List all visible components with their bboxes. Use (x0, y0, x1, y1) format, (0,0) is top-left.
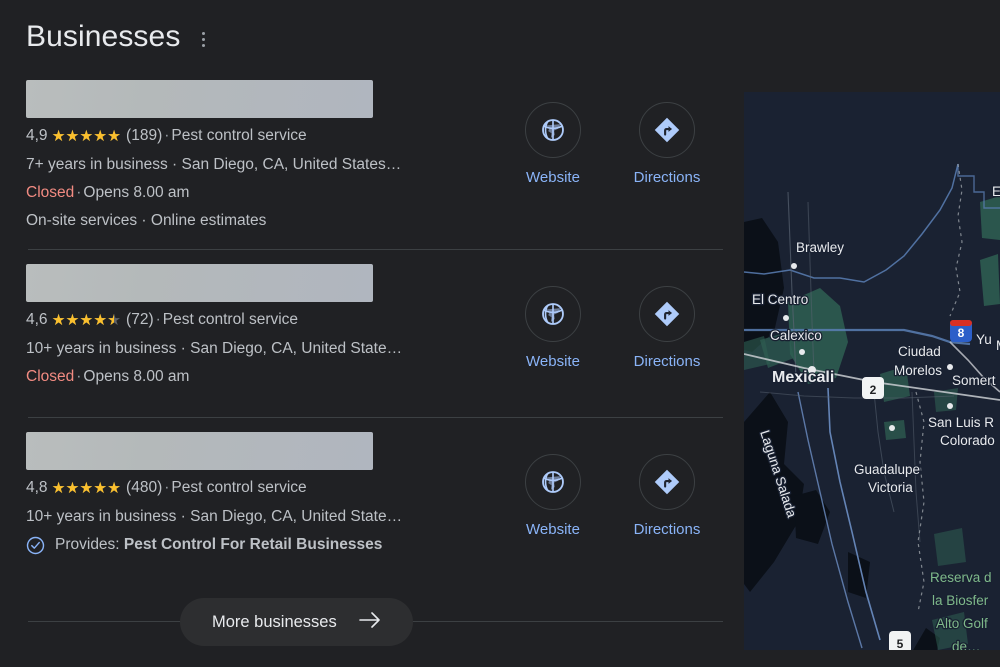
panel-header: Businesses (26, 18, 212, 56)
rating-stars: ★★★★★★★★★★ (51, 480, 122, 497)
check-circle-icon (26, 536, 45, 555)
provides-row: Provides: Pest Control For Retail Busine… (26, 531, 500, 559)
review-count: (72) (126, 311, 154, 328)
action-label: Directions (633, 353, 701, 370)
business-name-redacted[interactable] (26, 264, 373, 302)
rating-line: 4,6★★★★★★★★★★(72)·Pest control service (26, 306, 500, 335)
business-detail: 10+ years in business · San Diego, CA, U… (26, 340, 403, 357)
rating-value: 4,6 (26, 311, 48, 328)
map-label: Ciudad (898, 344, 941, 359)
route-shield: 5 (889, 631, 911, 650)
business-attributes: On-site services · Online estimates (26, 212, 267, 229)
map-park-label: la Biosfer (932, 593, 989, 608)
hours-line: Closed · Opens 8.00 am (26, 184, 190, 201)
business-list: 4,9 ★★★★★ ★★★★★ (189) · Pest control service 7… (0, 80, 744, 571)
rating-value: 4,8 (26, 479, 48, 496)
arrow-right-icon (358, 611, 381, 633)
route-number: 5 (897, 637, 904, 650)
business-name-redacted[interactable] (26, 432, 373, 470)
action-label: Directions (633, 169, 701, 186)
page-title: Businesses (26, 20, 181, 53)
action-directions[interactable]: Directions (633, 286, 701, 391)
route-shield: 2 (862, 377, 884, 399)
business-detail: 10+ years in business · San Diego, CA, U… (26, 508, 403, 525)
map-label: El Centro (752, 292, 808, 307)
map-label: Mexicali (772, 369, 834, 386)
rating-line: 4,9 ★★★★★ ★★★★★ (189) · Pest control service (26, 122, 500, 151)
map-label: Morelos (894, 363, 942, 378)
action-label: Website (526, 353, 580, 370)
map-label: Yu (976, 332, 992, 347)
map-label: E (992, 184, 1000, 199)
map-park-label: de… (952, 639, 981, 650)
more-businesses-label: More businesses (212, 612, 337, 631)
map-label: Guadalupe (854, 462, 920, 477)
business-name-redacted[interactable] (26, 80, 373, 118)
businesses-panel: Businesses 4,9 ★★★★★ ★★★★★ (189) · Pest contr… (0, 0, 1000, 667)
card-actions: Website Directions (522, 432, 701, 559)
review-count: (189) (126, 127, 163, 144)
review-count: (480) (126, 479, 163, 496)
card-divider (28, 417, 723, 418)
business-card[interactable]: 4,6★★★★★★★★★★(72)·Pest control service 10… (0, 264, 744, 417)
opening-time: Opens 8.00 am (83, 184, 190, 201)
map-park-label: Reserva d (930, 570, 992, 585)
action-directions[interactable]: Directions (633, 102, 701, 235)
map-label: Calexico (770, 328, 822, 343)
more-businesses-button[interactable]: More businesses (180, 598, 413, 646)
action-label: Directions (633, 521, 701, 538)
map-canvas[interactable]: Brawley El Centro Calexico Mexicali Ciudad Mo… (744, 92, 1000, 650)
business-card[interactable]: 4,9 ★★★★★ ★★★★★ (189) · Pest control service 7… (0, 80, 744, 249)
map-label: Somert (952, 373, 996, 388)
map-park-label: Alto Golf (936, 616, 988, 631)
action-website[interactable]: Website (522, 286, 584, 391)
map-label: M (996, 338, 1000, 353)
action-label: Website (526, 169, 580, 186)
route-number: 2 (870, 383, 877, 397)
business-category: Pest control service (162, 311, 299, 328)
business-category: Pest control service (171, 479, 307, 496)
card-actions: Website Directions (522, 264, 701, 391)
opening-time: Opens 8.00 am (83, 368, 190, 385)
action-website[interactable]: Website (522, 454, 584, 559)
business-category: Pest control service (171, 127, 307, 144)
rating-stars: ★★★★★★★★★★ (51, 128, 122, 145)
rating-line: 4,8 ★★★★★ ★★★★★ (480) · Pest control service (26, 474, 500, 503)
directions-diamond-icon[interactable] (639, 454, 695, 510)
kebab-menu-icon[interactable] (194, 26, 212, 52)
card-actions: Website Directions (522, 80, 701, 235)
globe-icon[interactable] (525, 454, 581, 510)
rating-value: 4,9 (26, 127, 48, 144)
route-number: 8 (958, 326, 965, 340)
provides-text: Provides: Pest Control For Retail Busine… (55, 536, 383, 553)
map-label: Victoria (868, 480, 913, 495)
directions-diamond-icon[interactable] (639, 102, 695, 158)
card-divider (28, 249, 723, 250)
status-badge: Closed (26, 368, 75, 385)
hours-line: Closed · Opens 8.00 am (26, 368, 190, 385)
more-businesses-row: More businesses (0, 597, 744, 647)
map-label: Colorado (940, 433, 995, 448)
action-directions[interactable]: Directions (633, 454, 701, 559)
route-shield: 8 (950, 320, 972, 342)
business-detail: 7+ years in business · San Diego, CA, Un… (26, 156, 402, 173)
globe-icon[interactable] (525, 286, 581, 342)
action-website[interactable]: Website (522, 102, 584, 235)
action-label: Website (526, 521, 580, 538)
map-label: San Luis R (928, 415, 994, 430)
business-card[interactable]: 4,8 ★★★★★ ★★★★★ (480) · Pest control service 1… (0, 432, 744, 571)
globe-icon[interactable] (525, 102, 581, 158)
status-badge: Closed (26, 184, 75, 201)
map-label: Brawley (796, 240, 844, 255)
map-panel[interactable]: Brawley El Centro Calexico Mexicali Ciudad Mo… (744, 92, 1000, 650)
directions-diamond-icon[interactable] (639, 286, 695, 342)
rating-stars: ★★★★★★★★★★ (51, 312, 122, 329)
